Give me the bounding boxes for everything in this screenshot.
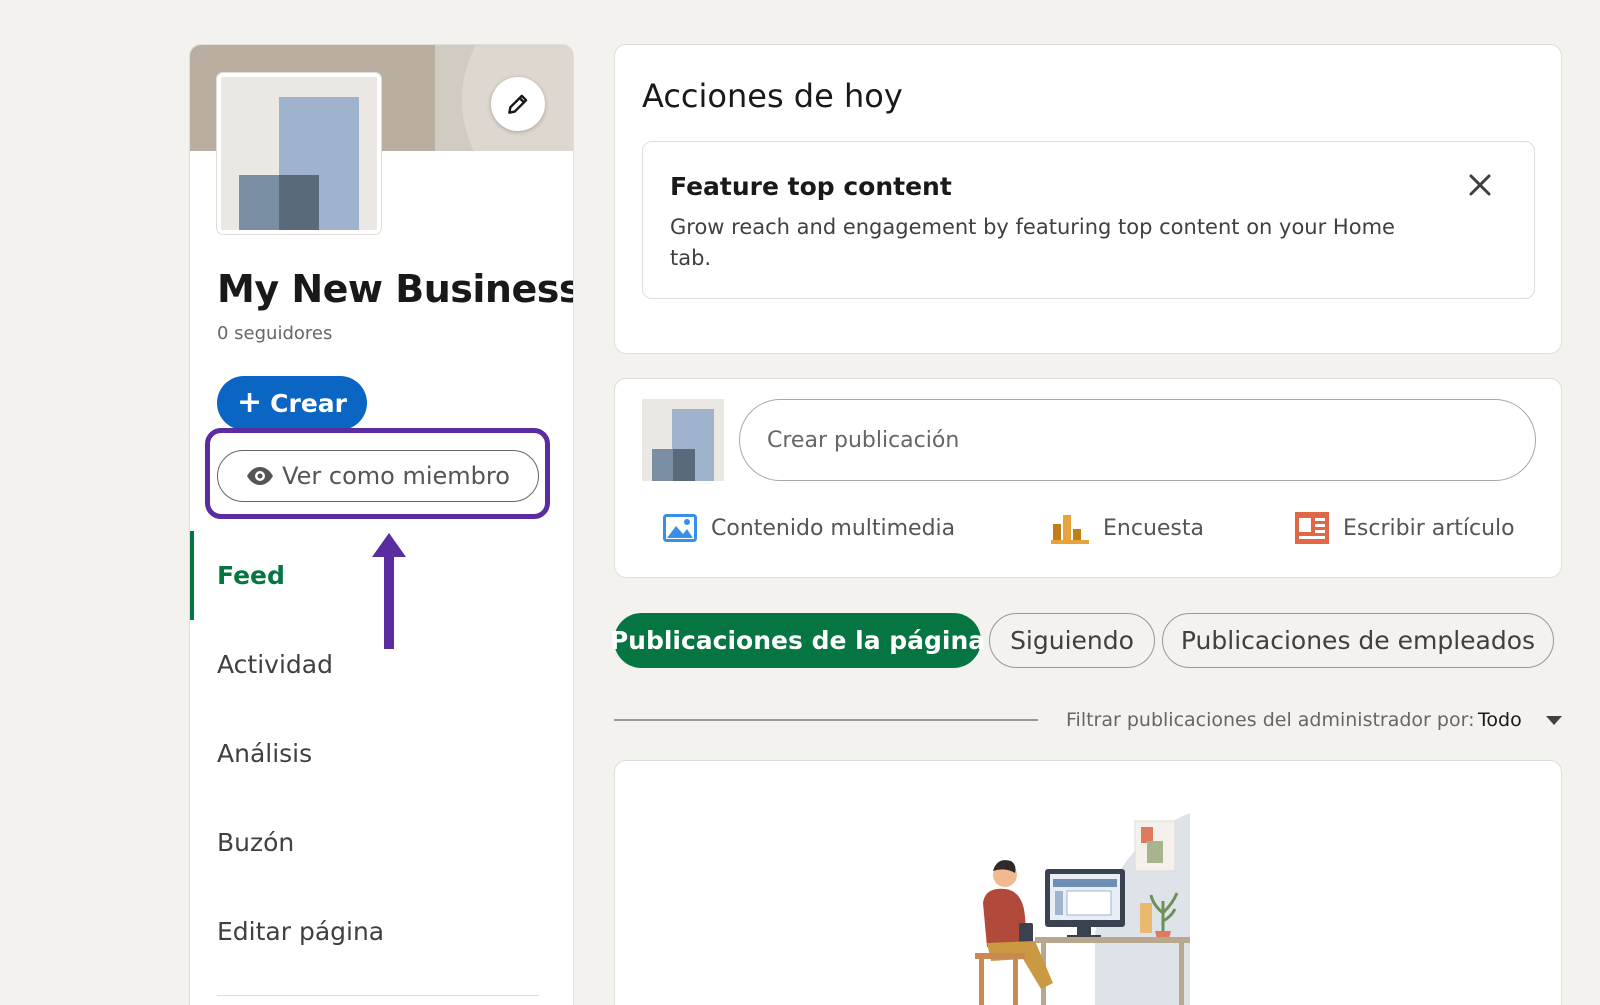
annotation-highlight-box (205, 428, 550, 519)
admin-filter-label: Filtrar publicaciones del administrador … (1066, 709, 1475, 731)
todays-actions-title: Acciones de hoy (642, 77, 903, 115)
annotation-arrow-icon (372, 533, 406, 649)
article-icon (1295, 512, 1329, 544)
sidebar-item-label: Feed (217, 561, 285, 590)
sidebar-item-label: Actividad (217, 650, 333, 679)
create-button[interactable]: + Crear (217, 376, 367, 430)
bar-chart-icon (1051, 515, 1089, 544)
pencil-icon (508, 94, 528, 114)
create-post-placeholder: Crear publicación (767, 427, 960, 453)
follower-count: 0 seguidores (217, 323, 333, 344)
media-button[interactable]: Contenido multimedia (663, 503, 955, 553)
todays-actions-card: Acciones de hoy Feature top content Grow… (614, 44, 1562, 354)
empty-feed-card (614, 760, 1562, 1005)
plus-icon: + (237, 385, 263, 420)
sidebar-item-label: Buzón (217, 828, 295, 857)
admin-filter-dropdown[interactable]: Todo (1478, 709, 1522, 731)
feature-title: Feature top content (670, 172, 952, 201)
sidebar-item-label: Editar página (217, 917, 385, 946)
image-icon (663, 514, 697, 542)
sidebar-item-inbox[interactable]: Buzón (190, 798, 573, 887)
company-logo[interactable] (217, 73, 381, 234)
composer-avatar (642, 399, 724, 481)
divider (614, 719, 1038, 721)
page-sidebar-card: My New Business 0 seguidores + Crear Ver… (189, 44, 574, 1005)
tab-following[interactable]: Siguiendo (989, 613, 1155, 668)
post-composer-card: Crear publicación Contenido multimedia E… (614, 378, 1562, 578)
tab-page-posts[interactable]: Publicaciones de la página (610, 613, 985, 668)
feature-description: Grow reach and engagement by featuring t… (670, 215, 1395, 270)
edit-cover-button[interactable] (491, 77, 545, 131)
sidebar-item-edit-page[interactable]: Editar página (190, 887, 573, 976)
sidebar-item-label: Análisis (217, 739, 313, 768)
create-post-input[interactable]: Crear publicación (739, 399, 1536, 481)
create-button-label: Crear (270, 388, 347, 418)
close-icon[interactable] (1465, 170, 1495, 200)
write-article-button[interactable]: Escribir artículo (1295, 503, 1515, 553)
divider (217, 995, 539, 996)
feature-top-content-card: Feature top content Grow reach and engag… (642, 141, 1535, 299)
sidebar-item-analytics[interactable]: Análisis (190, 709, 573, 798)
media-button-label: Contenido multimedia (711, 515, 956, 541)
poll-button[interactable]: Encuesta (1051, 503, 1204, 553)
poll-button-label: Encuesta (1103, 515, 1204, 541)
caret-down-icon[interactable] (1544, 713, 1564, 727)
empty-state-illustration (975, 813, 1190, 1005)
business-name: My New Business (217, 267, 574, 311)
tab-employee-posts[interactable]: Publicaciones de empleados (1162, 613, 1554, 668)
write-article-label: Escribir artículo (1343, 515, 1515, 541)
